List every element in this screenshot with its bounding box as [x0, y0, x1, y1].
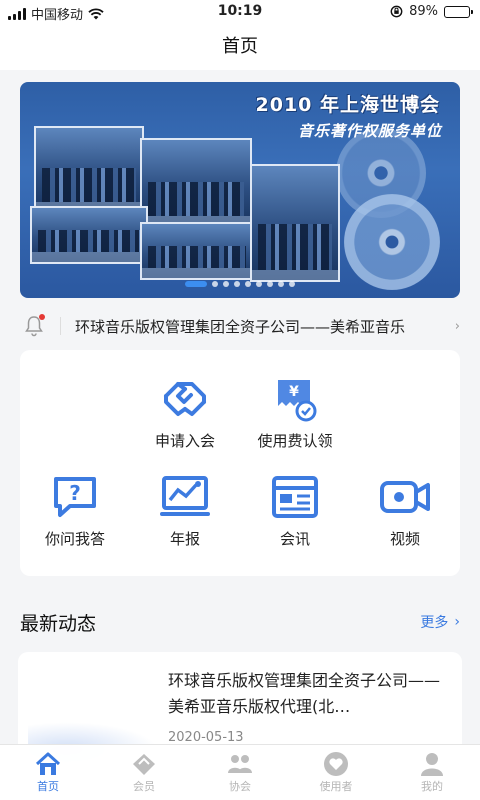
tab-member[interactable]: 会员 [96, 745, 192, 800]
association-icon [228, 755, 252, 773]
more-link[interactable]: 更多 › [420, 612, 460, 632]
member-icon [133, 754, 155, 775]
tab-profile[interactable]: 我的 [384, 745, 480, 800]
handshake-icon [164, 382, 206, 416]
notice-text[interactable]: 环球音乐版权管理集团全资子公司——美希亚音乐 [75, 316, 435, 337]
menu-label: 年报 [169, 530, 200, 548]
banner-photo [30, 206, 148, 264]
news-title[interactable]: 环球音乐版权管理集团全资子公司——美希亚音乐版权代理(北… [168, 668, 448, 720]
function-menu: 申请入会 ¥ 使用费认领 ? 你问我答 年报 会讯 视频 [20, 350, 460, 576]
tab-label: 使用者 [319, 780, 353, 793]
tab-label: 协会 [229, 780, 251, 793]
latest-news-header: 最新动态 更多 › [20, 604, 460, 640]
chevron-right-icon[interactable]: › [454, 614, 460, 630]
cd-disc-graphic [344, 194, 440, 290]
tab-label: 首页 [37, 780, 59, 793]
page-title: 首页 [222, 36, 258, 57]
tab-label: 我的 [421, 780, 443, 793]
carousel-dot[interactable] [289, 281, 295, 287]
carousel-dot[interactable] [245, 281, 251, 287]
carousel-dot[interactable] [212, 281, 218, 287]
status-bar: 中国移动 10:19 89% [0, 0, 480, 24]
svg-text:¥: ¥ [289, 384, 299, 400]
menu-label: 使用费认领 [257, 432, 333, 450]
menu-item-qa[interactable]: ? 你问我答 [20, 474, 130, 549]
svg-text:?: ? [69, 481, 81, 505]
carousel-dot[interactable] [267, 281, 273, 287]
banner-carousel[interactable]: 2010 年上海世博会 音乐著作权服务单位 [20, 82, 460, 298]
news-date: 2020-05-13 [168, 730, 244, 745]
banner-subtitle: 音乐著作权服务单位 [297, 122, 442, 140]
banner-photo [140, 138, 252, 228]
user-heart-icon [324, 752, 348, 776]
notice-bar[interactable]: 环球音乐版权管理集团全资子公司——美希亚音乐 › [20, 306, 460, 346]
annual-report-icon [160, 476, 210, 516]
tab-association[interactable]: 协会 [192, 745, 288, 800]
qa-icon: ? [54, 477, 96, 517]
banner-title: 2010 年上海世博会 [255, 94, 440, 116]
carousel-dot[interactable] [256, 281, 262, 287]
tab-label: 会员 [133, 780, 155, 793]
news-thumbnail [30, 668, 156, 754]
tab-bar: 首页 会员 协会 使用者 我的 [0, 744, 480, 800]
menu-item-apply-membership[interactable]: 申请入会 [130, 376, 240, 451]
banner-photo [140, 222, 254, 280]
battery-percent: 89% [409, 4, 438, 19]
divider [60, 317, 61, 335]
banner-photo [34, 126, 144, 214]
menu-item-news[interactable]: 会讯 [240, 474, 350, 549]
menu-label: 视频 [389, 530, 420, 548]
menu-item-annual-report[interactable]: 年报 [130, 474, 240, 549]
carousel-indicator[interactable] [20, 281, 460, 287]
tab-users[interactable]: 使用者 [288, 745, 384, 800]
section-title: 最新动态 [20, 612, 97, 635]
menu-item-video[interactable]: 视频 [350, 474, 460, 549]
unread-badge [39, 314, 45, 320]
chevron-right-icon[interactable]: › [455, 319, 460, 334]
banner-photo [250, 164, 340, 282]
carousel-dot[interactable] [234, 281, 240, 287]
menu-label: 申请入会 [154, 432, 215, 450]
menu-item-fee-claim[interactable]: ¥ 使用费认领 [240, 376, 350, 451]
more-label[interactable]: 更多 [420, 612, 448, 632]
carousel-dot[interactable] [223, 281, 229, 287]
news-icon [272, 476, 318, 518]
nav-bar: 首页 [0, 24, 480, 70]
profile-icon [421, 753, 443, 776]
video-icon [380, 481, 430, 513]
tab-home[interactable]: 首页 [0, 745, 96, 800]
lock-rotation-icon [390, 5, 403, 18]
home-icon [35, 752, 61, 775]
battery-icon [444, 5, 473, 18]
status-right: 89% [390, 4, 473, 19]
fee-claim-icon: ¥ [278, 380, 317, 422]
menu-label: 你问我答 [44, 530, 105, 548]
carousel-dot[interactable] [185, 281, 207, 287]
carousel-dot[interactable] [278, 281, 284, 287]
bell-icon[interactable] [20, 312, 48, 340]
menu-label: 会讯 [279, 530, 310, 548]
